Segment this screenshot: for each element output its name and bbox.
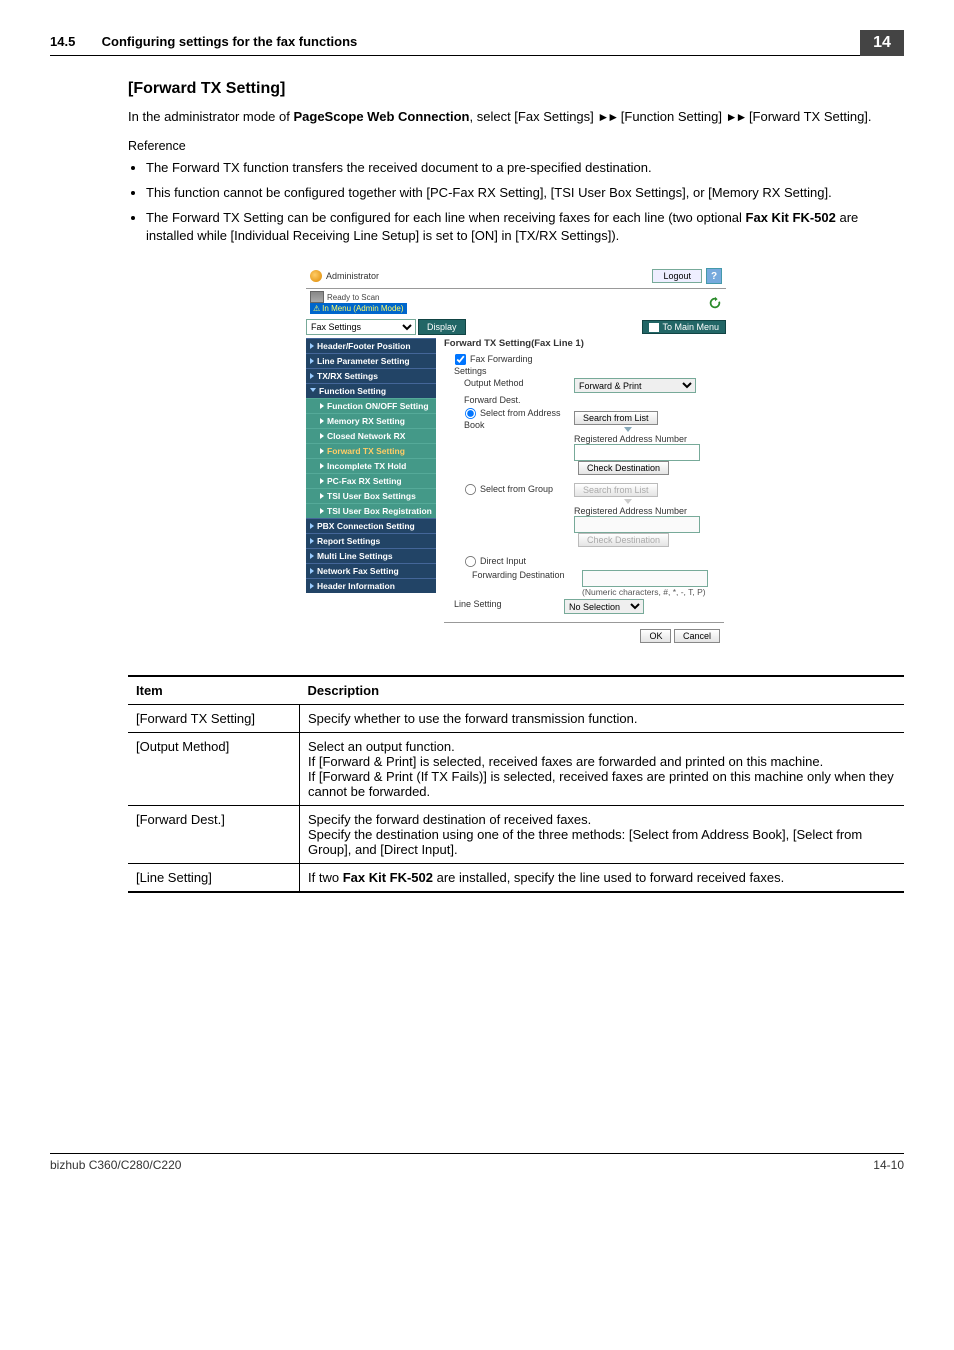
refresh-icon[interactable] bbox=[708, 296, 722, 310]
sidebar-sub-tsi-box[interactable]: TSI User Box Settings bbox=[306, 488, 436, 503]
sidebar-item-multiline[interactable]: Multi Line Settings bbox=[306, 548, 436, 563]
ok-button[interactable]: OK bbox=[640, 629, 671, 643]
sidebar-item-header-footer[interactable]: Header/Footer Position bbox=[306, 338, 436, 353]
cancel-button[interactable]: Cancel bbox=[674, 629, 720, 643]
display-button[interactable]: Display bbox=[418, 319, 466, 335]
sidebar-item-line-parameter[interactable]: Line Parameter Setting bbox=[306, 353, 436, 368]
bullet-1: The Forward TX function transfers the re… bbox=[146, 159, 904, 178]
main-menu-icon bbox=[649, 323, 659, 332]
section-title: Configuring settings for the fax functio… bbox=[102, 34, 358, 49]
sidebar-sub-forward-tx[interactable]: Forward TX Setting bbox=[306, 443, 436, 458]
search-from-list-button[interactable]: Search from List bbox=[574, 411, 658, 425]
reference-bullets: The Forward TX function transfers the re… bbox=[128, 159, 904, 246]
category-select[interactable]: Fax Settings bbox=[306, 319, 416, 335]
search-from-list-button-disabled: Search from List bbox=[574, 483, 658, 497]
reference-label: Reference bbox=[128, 139, 904, 153]
forwarding-destination-input bbox=[582, 570, 708, 587]
admin-icon bbox=[310, 270, 322, 282]
th-item: Item bbox=[128, 676, 300, 705]
output-method-select[interactable]: Forward & Print bbox=[574, 378, 696, 393]
registered-number-input[interactable] bbox=[574, 444, 700, 461]
logout-button[interactable]: Logout bbox=[652, 269, 702, 283]
description-table: ItemDescription [Forward TX Setting]Spec… bbox=[128, 675, 904, 893]
registered-number-label: Registered Address Number bbox=[574, 434, 724, 444]
fax-forwarding-checkbox[interactable] bbox=[455, 354, 466, 365]
select-group-radio[interactable] bbox=[465, 484, 476, 495]
embedded-screenshot: Administrator Logout ? Ready to Scan ⚠In… bbox=[306, 266, 726, 645]
table-row: [Line Setting]If two Fax Kit FK-502 are … bbox=[128, 864, 904, 893]
select-address-book-radio[interactable] bbox=[465, 408, 476, 419]
table-row: [Forward Dest.]Specify the forward desti… bbox=[128, 806, 904, 864]
sidebar-sub-closed-network[interactable]: Closed Network RX bbox=[306, 428, 436, 443]
sidebar: Header/Footer Position Line Parameter Se… bbox=[306, 338, 436, 645]
sidebar-sub-memory-rx[interactable]: Memory RX Setting bbox=[306, 413, 436, 428]
line-setting-select[interactable]: No Selection bbox=[564, 599, 644, 614]
table-row: [Forward TX Setting]Specify whether to u… bbox=[128, 705, 904, 733]
bullet-2: This function cannot be configured toget… bbox=[146, 184, 904, 203]
registered-number-label-2: Registered Address Number bbox=[574, 506, 724, 516]
direct-input-radio[interactable] bbox=[465, 556, 476, 567]
help-icon[interactable]: ? bbox=[706, 268, 722, 284]
section-number: 14.5 bbox=[50, 34, 98, 49]
check-destination-button[interactable]: Check Destination bbox=[578, 461, 669, 475]
sidebar-item-header-info[interactable]: Header Information bbox=[306, 578, 436, 593]
footer-page: 14-10 bbox=[873, 1158, 904, 1172]
sidebar-sub-pcfax-rx[interactable]: PC-Fax RX Setting bbox=[306, 473, 436, 488]
warning-icon: ⚠ bbox=[313, 304, 320, 313]
admin-label: Administrator bbox=[310, 270, 379, 282]
page-footer: bizhub C360/C280/C220 14-10 bbox=[50, 1153, 904, 1172]
sidebar-sub-function-onoff[interactable]: Function ON/OFF Setting bbox=[306, 398, 436, 413]
sidebar-sub-incomplete-tx[interactable]: Incomplete TX Hold bbox=[306, 458, 436, 473]
settings-pane: Forward TX Setting(Fax Line 1) Fax Forwa… bbox=[442, 338, 726, 645]
table-row: [Output Method]Select an output function… bbox=[128, 733, 904, 806]
to-main-menu-button[interactable]: To Main Menu bbox=[642, 320, 726, 334]
down-arrow-icon-disabled bbox=[624, 499, 632, 504]
sidebar-item-function-setting[interactable]: Function Setting bbox=[306, 383, 436, 398]
sidebar-item-txrx[interactable]: TX/RX Settings bbox=[306, 368, 436, 383]
chapter-chip: 14 bbox=[860, 30, 904, 56]
check-destination-button-disabled: Check Destination bbox=[578, 533, 669, 547]
sidebar-item-report[interactable]: Report Settings bbox=[306, 533, 436, 548]
heading-forward-tx: [Forward TX Setting] bbox=[128, 80, 904, 98]
pane-title: Forward TX Setting(Fax Line 1) bbox=[444, 338, 724, 349]
sidebar-item-network-fax[interactable]: Network Fax Setting bbox=[306, 563, 436, 578]
sidebar-item-pbx[interactable]: PBX Connection Setting bbox=[306, 518, 436, 533]
registered-number-input-disabled bbox=[574, 516, 700, 533]
bullet-3: The Forward TX Setting can be configured… bbox=[146, 209, 904, 247]
down-arrow-icon bbox=[624, 427, 632, 432]
printer-icon bbox=[310, 291, 324, 303]
th-description: Description bbox=[300, 676, 905, 705]
intro-para: In the administrator mode of PageScope W… bbox=[128, 108, 904, 127]
sidebar-sub-tsi-reg[interactable]: TSI User Box Registration bbox=[306, 503, 436, 518]
running-header: 14.5 Configuring settings for the fax fu… bbox=[50, 30, 904, 56]
footer-model: bizhub C360/C280/C220 bbox=[50, 1158, 181, 1172]
header-left: 14.5 Configuring settings for the fax fu… bbox=[50, 34, 357, 51]
